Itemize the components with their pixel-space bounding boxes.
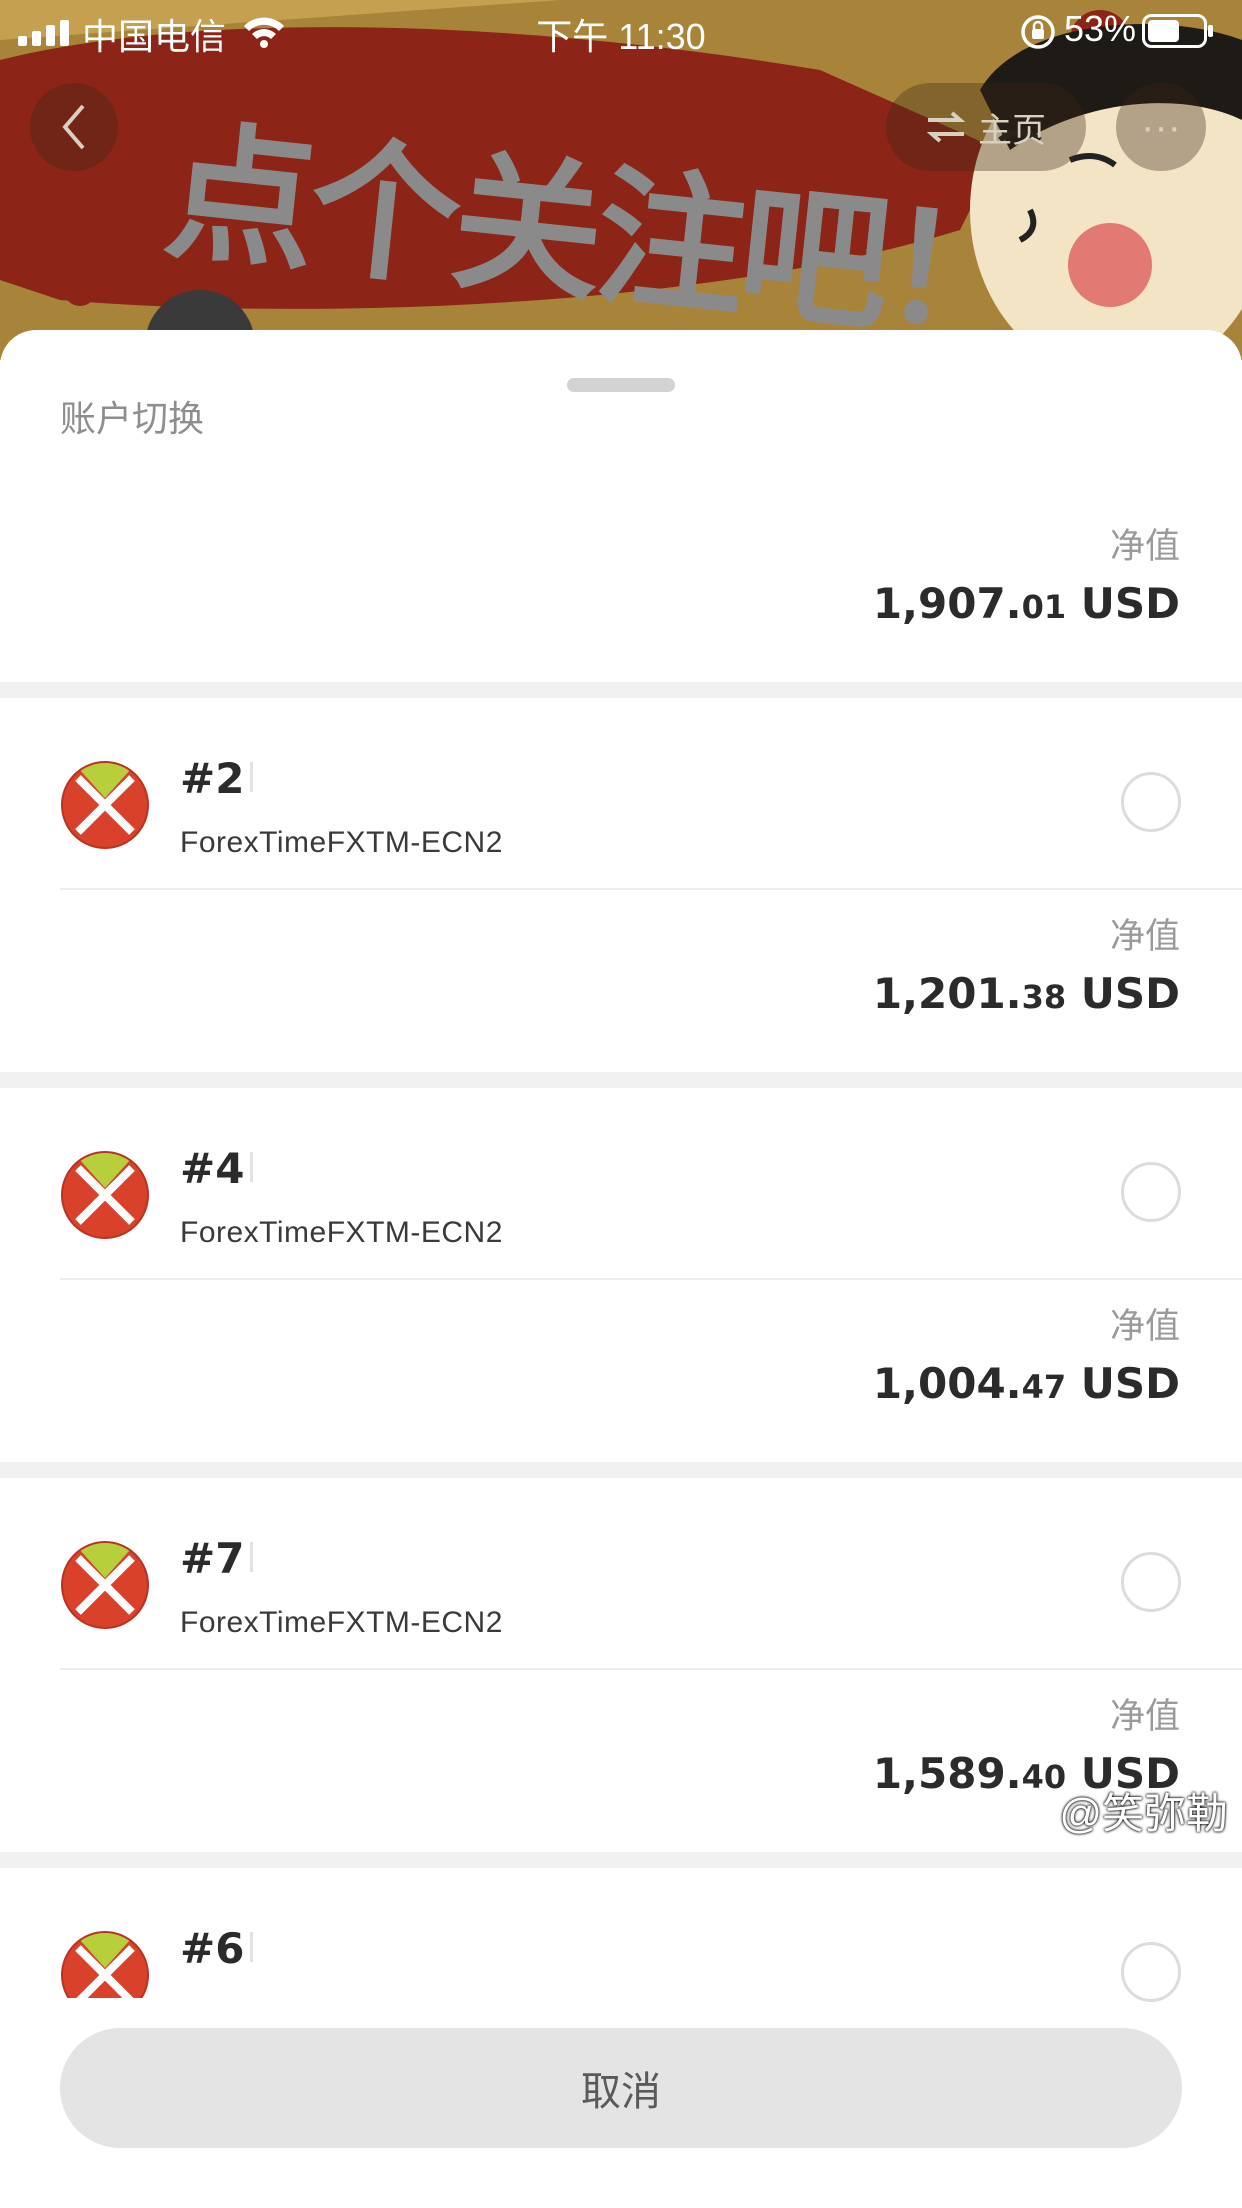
- sheet-drag-handle[interactable]: [567, 378, 675, 392]
- account-number: #4: [180, 1144, 245, 1193]
- account-item[interactable]: #6: [0, 1868, 1242, 1998]
- section-separator: [0, 682, 1242, 698]
- account-radio[interactable]: [1121, 1162, 1181, 1222]
- account-server: ForexTimeFXTM-ECN2: [180, 1216, 503, 1249]
- account-number: #2: [180, 754, 245, 803]
- broker-logo-icon: [61, 761, 149, 849]
- equity-label: 净值: [1109, 527, 1180, 566]
- account-radio[interactable]: [1121, 1942, 1181, 2002]
- equity-label: 净值: [1109, 917, 1180, 956]
- account-item[interactable]: #2 ForexTimeFXTM-ECN2: [0, 698, 1242, 888]
- account-number: #7: [180, 1534, 245, 1583]
- account-number-divider: [250, 1152, 253, 1182]
- back-button[interactable]: [30, 83, 118, 171]
- battery-percent: 53%: [1063, 8, 1136, 49]
- account-radio[interactable]: [1121, 772, 1181, 832]
- home-label: 主页: [978, 111, 1046, 150]
- section-separator: [0, 1462, 1242, 1478]
- row-divider: [60, 888, 1242, 890]
- equity-label: 净值: [1109, 1697, 1180, 1736]
- equity-value: 1,907.01 USD: [872, 579, 1180, 628]
- account-number-divider: [250, 762, 253, 792]
- more-icon: ···: [1141, 104, 1181, 149]
- account-server: ForexTimeFXTM-ECN2: [180, 1606, 503, 1639]
- account-number: #6: [180, 1924, 245, 1973]
- sheet-title: 账户切换: [60, 398, 205, 439]
- rotation-lock-icon: [1021, 15, 1055, 49]
- broker-logo-icon: [61, 1541, 149, 1629]
- account-item[interactable]: #7 ForexTimeFXTM-ECN2: [0, 1478, 1242, 1668]
- row-divider: [60, 1278, 1242, 1280]
- broker-logo-icon: [61, 1151, 149, 1239]
- back-icon: [62, 104, 85, 150]
- screen: 点个关注吧！ 中国电信 下午 11:30 53% 主页 ··· 账户切换 净值 …: [0, 0, 1242, 2208]
- broker-logo-icon: [61, 1931, 149, 1998]
- current-account-equity: 净值 1,907.01 USD: [873, 526, 1180, 637]
- account-radio[interactable]: [1121, 1552, 1181, 1612]
- cancel-button[interactable]: 取消: [60, 2028, 1182, 2148]
- section-separator: [0, 1852, 1242, 1868]
- account-server: ForexTimeFXTM-ECN2: [180, 826, 503, 859]
- more-button[interactable]: ···: [1116, 83, 1206, 171]
- status-bar: 中国电信 下午 11:30 53%: [0, 0, 1242, 62]
- home-button[interactable]: 主页: [886, 83, 1086, 171]
- section-separator: [0, 1072, 1242, 1088]
- swap-icon: [926, 111, 966, 143]
- battery-icon: [1142, 14, 1213, 48]
- row-divider: [60, 1668, 1242, 1670]
- account-number-divider: [250, 1542, 253, 1572]
- account-equity: 净值 1,201.38 USD: [873, 916, 1180, 1027]
- equity-value: 1,004.47 USD: [872, 1359, 1180, 1408]
- watermark: @笑弥勒: [1059, 1790, 1228, 1837]
- account-equity: 净值 1,004.47 USD: [873, 1306, 1180, 1417]
- account-item[interactable]: #4 ForexTimeFXTM-ECN2: [0, 1088, 1242, 1278]
- profile-banner: 点个关注吧！ 中国电信 下午 11:30 53% 主页 ···: [0, 0, 1242, 360]
- equity-value: 1,201.38 USD: [872, 969, 1180, 1018]
- account-switch-sheet: 账户切换 净值 1,907.01 USD #2 ForexTimeFXTM-EC…: [0, 330, 1242, 2208]
- account-number-divider: [250, 1932, 253, 1962]
- equity-label: 净值: [1109, 1307, 1180, 1346]
